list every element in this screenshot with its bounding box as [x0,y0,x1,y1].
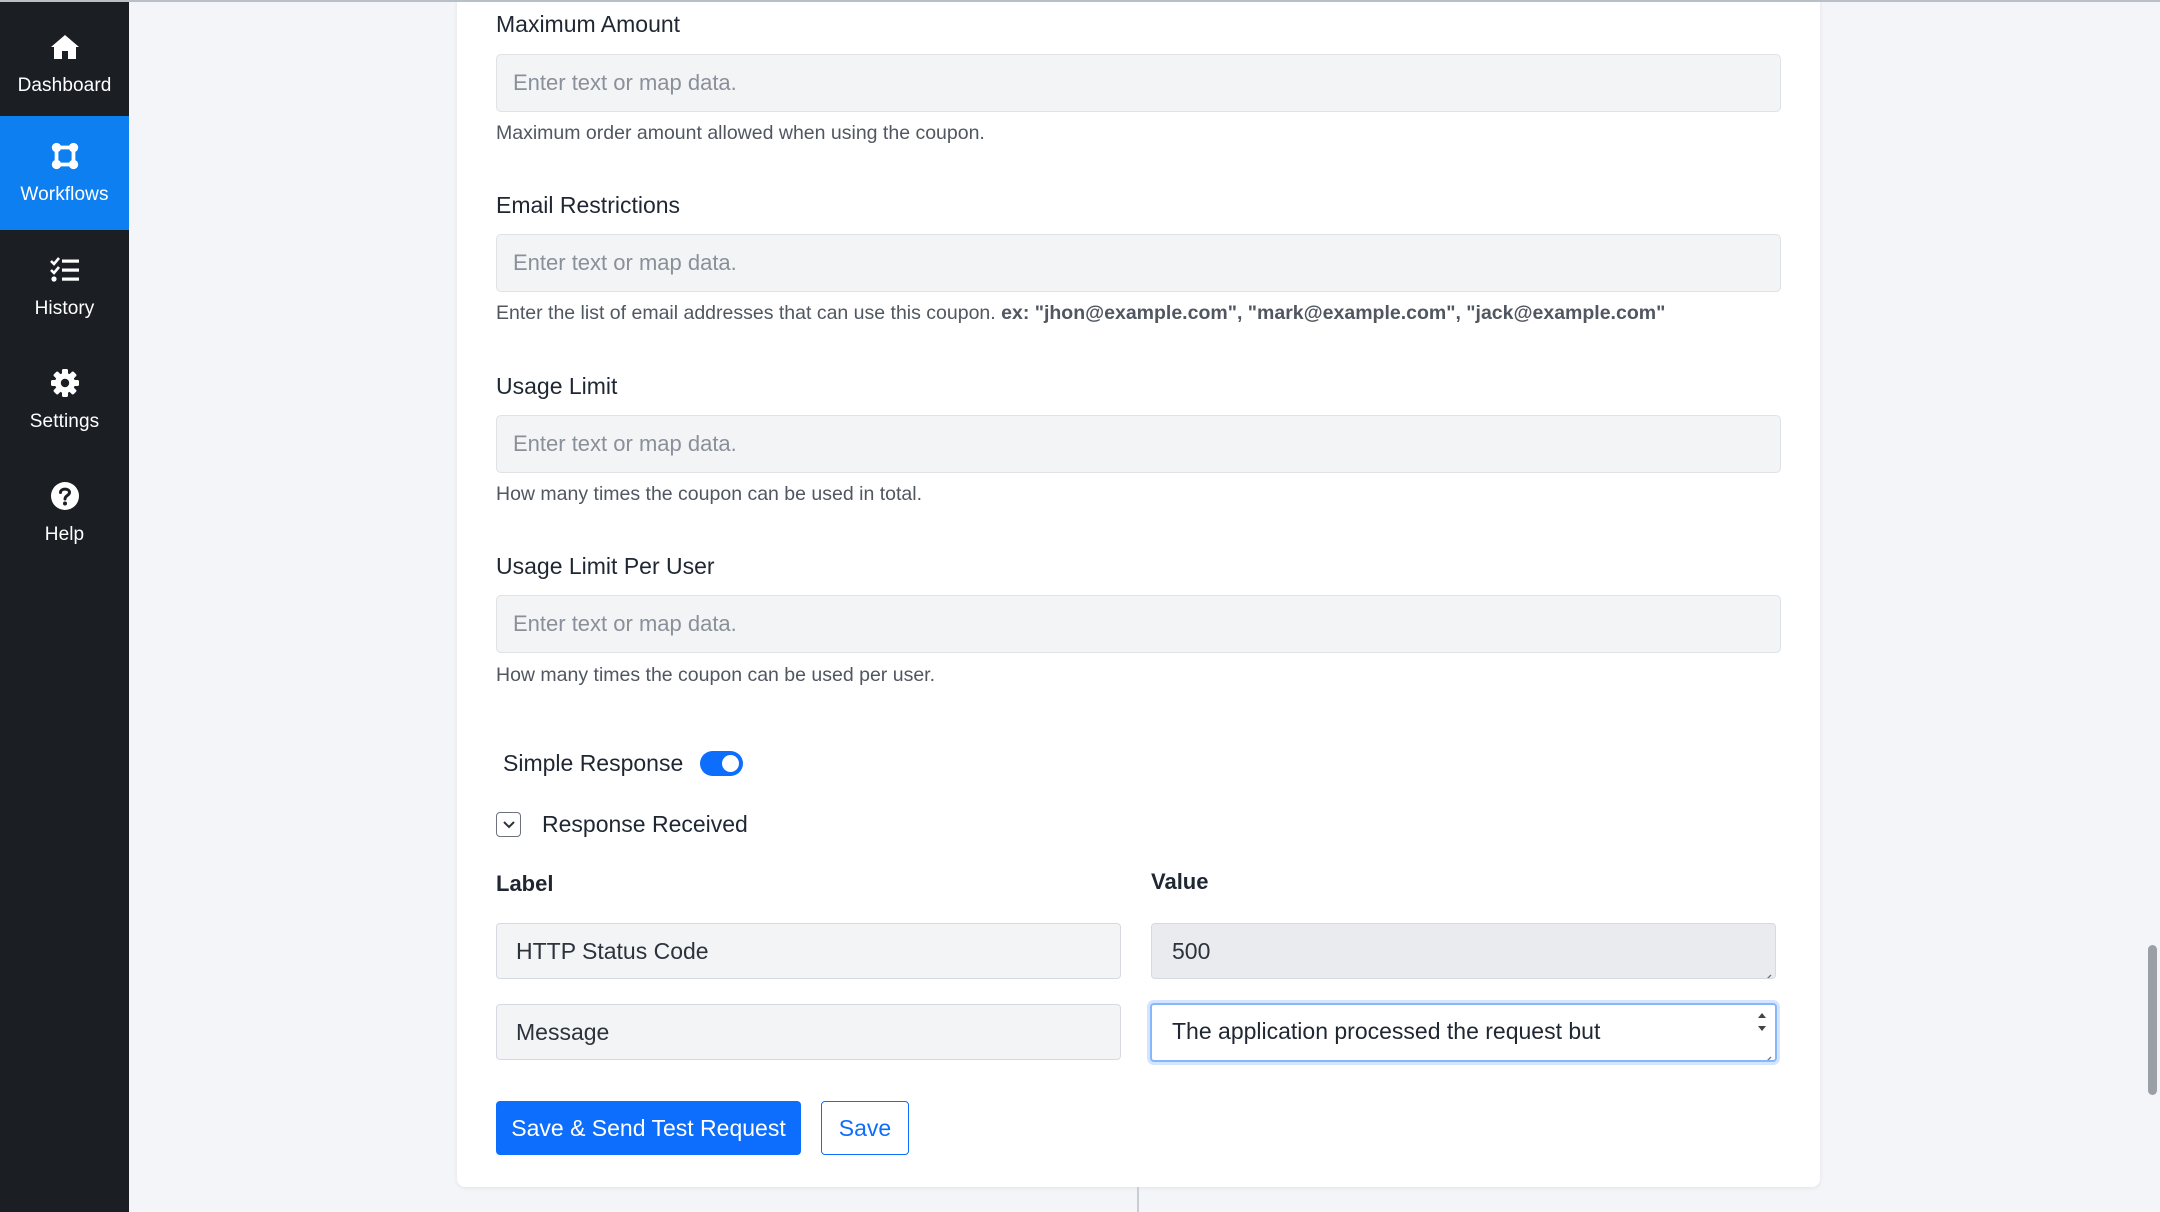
value-column-header: Value [1151,869,1209,894]
email-restrictions-example: ex: "jhon@example.com", "mark@example.co… [1001,302,1666,324]
sidebar: Dashboard Workflows History Settings Hel… [0,0,129,1212]
response-collapse-toggle[interactable] [496,812,521,837]
save-and-send-test-request-button[interactable]: Save & Send Test Request [496,1101,801,1155]
chevron-down-icon [502,816,515,834]
save-button[interactable]: Save [821,1101,909,1155]
label-column-header: Label [496,871,554,896]
sidebar-item-label: Workflows [20,184,109,205]
toggle-knob [722,755,739,772]
page-scrollbar-thumb[interactable] [2148,945,2157,1095]
response-value-field[interactable]: 500 [1151,923,1776,979]
usage-limit-per-user-help: How many times the coupon can be used pe… [496,664,935,686]
simple-response-toggle[interactable] [700,751,743,776]
workflow-icon [49,140,81,172]
sidebar-item-label: History [34,298,95,319]
sidebar-item-history[interactable]: History [0,230,129,344]
response-label-field[interactable]: Message [496,1004,1121,1060]
email-restrictions-help: Enter the list of email addresses that c… [496,302,1665,325]
response-value-field[interactable]: The application processed the request bu… [1150,1003,1777,1062]
list-check-icon [49,254,81,286]
sidebar-item-workflows[interactable]: Workflows [0,116,129,230]
usage-limit-help: How many times the coupon can be used in… [496,483,922,505]
simple-response-label: Simple Response [503,750,684,776]
sidebar-item-label: Dashboard [17,75,112,96]
email-restrictions-label: Email Restrictions [496,192,681,218]
resize-grip-icon[interactable] [1760,963,1772,978]
top-border [0,0,2160,2]
gear-icon [49,367,81,399]
sidebar-item-help[interactable]: Help [0,456,129,570]
response-value-text: 500 [1172,937,1211,964]
sidebar-item-label: Help [44,524,85,545]
home-icon [49,31,81,63]
scroll-arrows-icon[interactable] [1755,1009,1769,1035]
sidebar-item-dashboard[interactable]: Dashboard [0,7,129,121]
usage-limit-per-user-input[interactable]: Enter text or map data. [496,595,1781,653]
usage-limit-input[interactable]: Enter text or map data. [496,415,1781,473]
connector-line [1137,1187,1139,1212]
response-received-title: Response Received [542,811,748,837]
maximum-amount-input[interactable]: Enter text or map data. [496,54,1781,112]
usage-limit-label: Usage Limit [496,373,618,399]
maximum-amount-help: Maximum order amount allowed when using … [496,122,985,144]
response-value-text: The application processed the request bu… [1172,1018,1601,1044]
response-label-field[interactable]: HTTP Status Code [496,923,1121,979]
email-restrictions-input[interactable]: Enter text or map data. [496,234,1781,292]
resize-grip-icon[interactable] [1760,1045,1772,1060]
email-restrictions-help-text: Enter the list of email addresses that c… [496,302,996,324]
sidebar-item-settings[interactable]: Settings [0,343,129,457]
question-circle-icon [49,480,81,512]
maximum-amount-label: Maximum Amount [496,11,681,37]
sidebar-item-label: Settings [29,411,100,432]
usage-limit-per-user-label: Usage Limit Per User [496,553,715,579]
